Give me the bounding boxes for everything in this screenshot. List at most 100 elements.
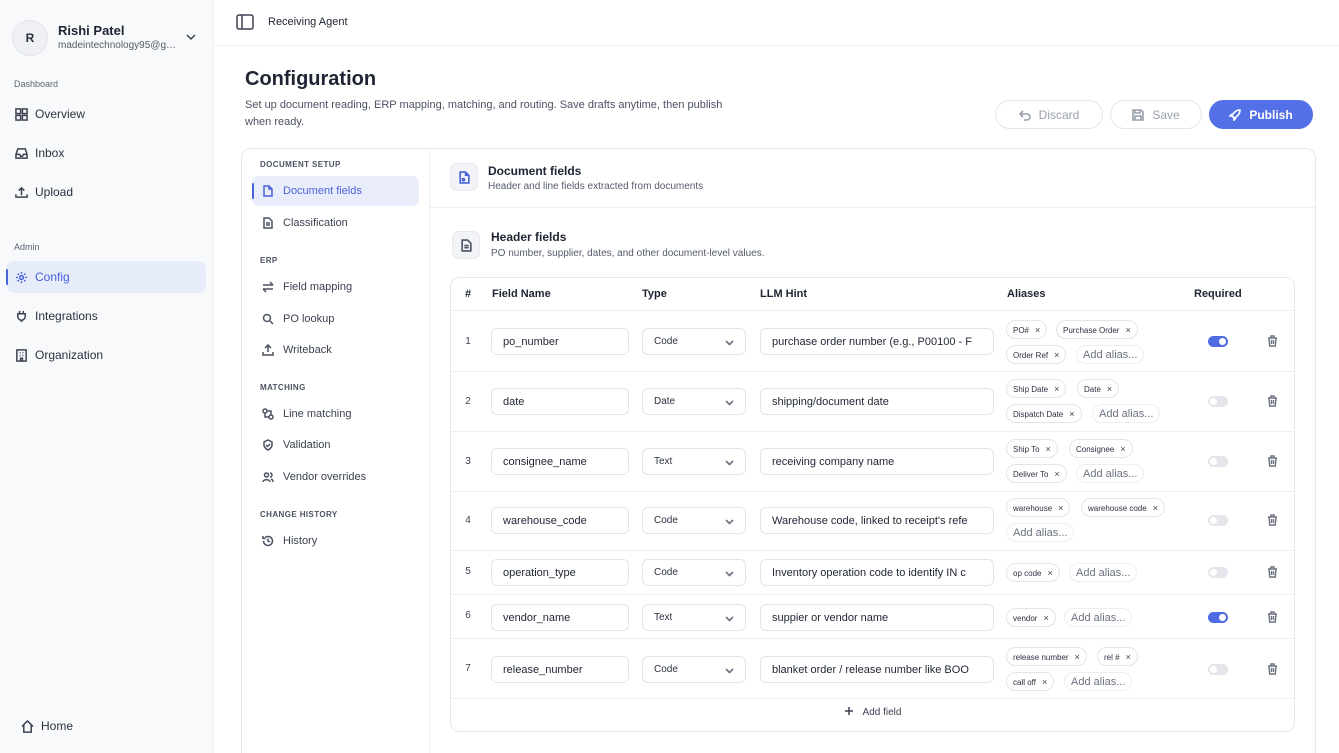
alias-label: release number [1013,653,1069,662]
remove-alias-icon[interactable]: × [1046,444,1051,454]
alias-chip: op code × [1006,563,1060,582]
remove-alias-icon[interactable]: × [1054,384,1059,394]
field-name-input[interactable]: release_number [491,656,629,683]
remove-alias-icon[interactable]: × [1120,444,1125,454]
config-item-document-fields[interactable]: Document fields [252,176,419,206]
add-alias-input[interactable]: Add alias... [1064,608,1133,627]
field-name-input[interactable]: date [491,388,629,415]
config-item-validation[interactable]: Validation [252,430,419,460]
sidebar-item-upload[interactable]: Upload [6,176,206,208]
field-name-input[interactable]: vendor_name [491,604,629,631]
remove-alias-icon[interactable]: × [1126,652,1131,662]
required-toggle[interactable] [1208,456,1228,467]
sidebar-item-home[interactable]: Home [12,710,212,742]
config-item-writeback[interactable]: Writeback [252,335,419,365]
remove-alias-icon[interactable]: × [1125,325,1130,335]
alias-label: Ship To [1013,445,1040,454]
chevron-down-icon[interactable] [184,30,198,44]
add-alias-input[interactable]: Add alias... [1076,345,1145,364]
add-alias-input[interactable]: Add alias... [1069,563,1138,582]
sidebar-item-inbox[interactable]: Inbox [6,137,206,169]
user-switcher[interactable]: R Rishi Patel madeintechnology95@gmail.c… [12,18,204,58]
remove-alias-icon[interactable]: × [1042,677,1047,687]
type-select[interactable]: Text [642,604,746,631]
publish-button[interactable]: Publish [1209,100,1313,129]
sidebar-item-label: Home [41,719,74,733]
nav-section-admin: Admin [14,242,40,252]
type-select[interactable]: Text [642,448,746,475]
llm-hint-input[interactable]: purchase order number (e.g., P00100 - F [760,328,994,355]
sidebar-item-label: Upload [35,185,74,199]
llm-hint-input[interactable]: blanket order / release number like BOO [760,656,994,683]
section-title: Header fields [491,230,567,244]
add-field-button[interactable]: Add field [451,706,1294,718]
trash-icon[interactable] [1267,395,1278,407]
llm-hint-input[interactable]: shipping/document date [760,388,994,415]
alias-label: Consignee [1076,445,1115,454]
field-name-input[interactable]: po_number [491,328,629,355]
row-number: 6 [465,610,471,621]
trash-icon[interactable] [1267,566,1278,578]
chevron-down-icon [725,668,734,674]
alias-chip: Dispatch Date × [1006,404,1082,423]
type-select[interactable]: Code [642,328,746,355]
required-toggle[interactable] [1208,612,1228,623]
add-alias-input[interactable]: Add alias... [1064,672,1133,691]
remove-alias-icon[interactable]: × [1107,384,1112,394]
sidebar-item-label: Organization [35,348,104,362]
remove-alias-icon[interactable]: × [1153,503,1158,513]
alias-chip: Order Ref × [1006,345,1067,364]
trash-icon[interactable] [1267,455,1278,467]
required-toggle[interactable] [1208,567,1228,578]
config-item-po-lookup[interactable]: PO lookup [252,304,419,334]
remove-alias-icon[interactable]: × [1047,568,1052,578]
type-select[interactable]: Code [642,559,746,586]
llm-hint-input[interactable]: suppier or vendor name [760,604,994,631]
field-name-input[interactable]: consignee_name [491,448,629,475]
required-toggle[interactable] [1208,396,1228,407]
type-select[interactable]: Code [642,656,746,683]
plus-icon [844,707,853,715]
config-item-history[interactable]: History [252,526,419,556]
required-toggle[interactable] [1208,515,1228,526]
config-item-line-matching[interactable]: Line matching [252,399,419,429]
save-button[interactable]: Save [1110,100,1202,129]
table-row: 7 release_number Code blanket order / re… [451,638,1294,698]
toggle-sidebar-icon[interactable] [236,14,254,30]
llm-hint-input[interactable]: receiving company name [760,448,994,475]
remove-alias-icon[interactable]: × [1054,350,1059,360]
alias-label: PO# [1013,326,1030,335]
remove-alias-icon[interactable]: × [1043,613,1048,623]
remove-alias-icon[interactable]: × [1035,325,1040,335]
alias-chip: Consignee × [1069,439,1133,458]
discard-button[interactable]: Discard [995,100,1103,129]
trash-icon[interactable] [1267,514,1278,526]
sidebar-item-config[interactable]: Config [6,261,206,293]
trash-icon[interactable] [1267,335,1278,347]
llm-hint-input[interactable]: Inventory operation code to identify IN … [760,559,994,586]
sidebar-item-integrations[interactable]: Integrations [6,300,206,332]
type-select[interactable]: Date [642,388,746,415]
config-item-classification[interactable]: Classification [252,208,419,238]
trash-icon[interactable] [1267,663,1278,675]
sidebar-item-overview[interactable]: Overview [6,98,206,130]
remove-alias-icon[interactable]: × [1069,409,1074,419]
remove-alias-icon[interactable]: × [1058,503,1063,513]
field-name-input[interactable]: warehouse_code [491,507,629,534]
required-toggle[interactable] [1208,664,1228,675]
type-select[interactable]: Code [642,507,746,534]
required-toggle[interactable] [1208,336,1228,347]
add-alias-input[interactable]: Add alias... [1006,523,1075,542]
table-row: 2 date Date shipping/document date Ship … [451,371,1294,431]
add-alias-input[interactable]: Add alias... [1076,464,1145,483]
sidebar-item-organization[interactable]: Organization [6,339,206,371]
remove-alias-icon[interactable]: × [1075,652,1080,662]
config-item-vendor-overrides[interactable]: Vendor overrides [252,462,419,492]
trash-icon[interactable] [1267,611,1278,623]
config-item-field-mapping[interactable]: Field mapping [252,272,419,302]
remove-alias-icon[interactable]: × [1054,469,1059,479]
nav-section-dashboard: Dashboard [14,79,59,89]
field-name-input[interactable]: operation_type [491,559,629,586]
add-alias-input[interactable]: Add alias... [1092,404,1161,423]
llm-hint-input[interactable]: Warehouse code, linked to receipt's refe [760,507,994,534]
